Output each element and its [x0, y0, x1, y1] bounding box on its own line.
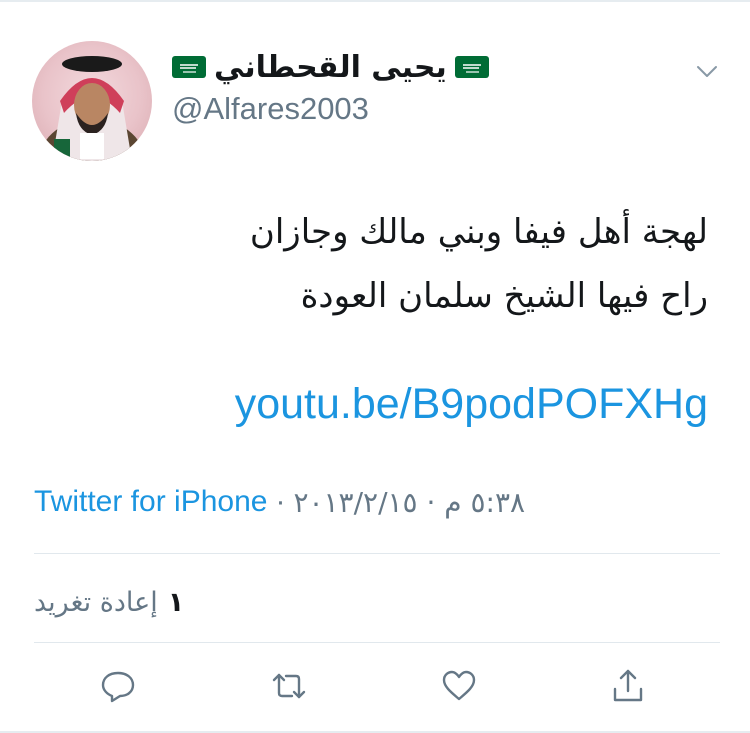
divider	[34, 553, 720, 554]
author-name-row[interactable]: يحيى القحطاني	[172, 46, 489, 88]
tweet-text: لهجة أهل فيفا وبني مالك وجازان راح فيها …	[148, 200, 708, 328]
retweet-label: إعادة تغريد	[34, 586, 158, 618]
tweet-source-link[interactable]: Twitter for iPhone	[34, 485, 267, 519]
tweet-meta: Twitter for iPhone · ٥:٣٨ م · ٢٠١٣/٢/١٥	[34, 481, 525, 523]
saudi-flag-icon	[454, 56, 489, 78]
retweet-stats[interactable]: إعادة تغريد ١	[34, 580, 184, 624]
retweet-button[interactable]	[267, 664, 311, 708]
saudi-flag-icon	[172, 56, 206, 78]
like-icon	[442, 670, 476, 701]
share-icon	[613, 669, 643, 702]
author-handle[interactable]: @Alfares2003	[172, 91, 369, 127]
tweet-link[interactable]: youtu.be/B9podPOFXHg	[235, 380, 708, 429]
tweet-datetime: ٥:٣٨ م · ٢٠١٣/٢/١٥	[293, 485, 526, 519]
author-name[interactable]: يحيى القحطاني	[214, 50, 447, 85]
top-border	[0, 0, 750, 2]
tweet-text-line: لهجة أهل فيفا وبني مالك وجازان	[249, 212, 708, 252]
share-button[interactable]	[606, 664, 650, 708]
reply-icon	[101, 671, 135, 703]
tweet-text-line: راح فيها الشيخ سلمان العودة	[300, 276, 708, 316]
reply-button[interactable]	[96, 664, 140, 708]
avatar[interactable]	[32, 41, 152, 161]
meta-separator: ·	[275, 485, 286, 518]
divider	[34, 642, 720, 643]
retweet-count: ١	[167, 586, 185, 618]
retweet-icon	[272, 673, 306, 699]
avatar-image	[40, 56, 144, 161]
chevron-down-icon[interactable]	[694, 58, 720, 84]
like-button[interactable]	[437, 664, 481, 708]
tweet-actions	[0, 664, 750, 708]
